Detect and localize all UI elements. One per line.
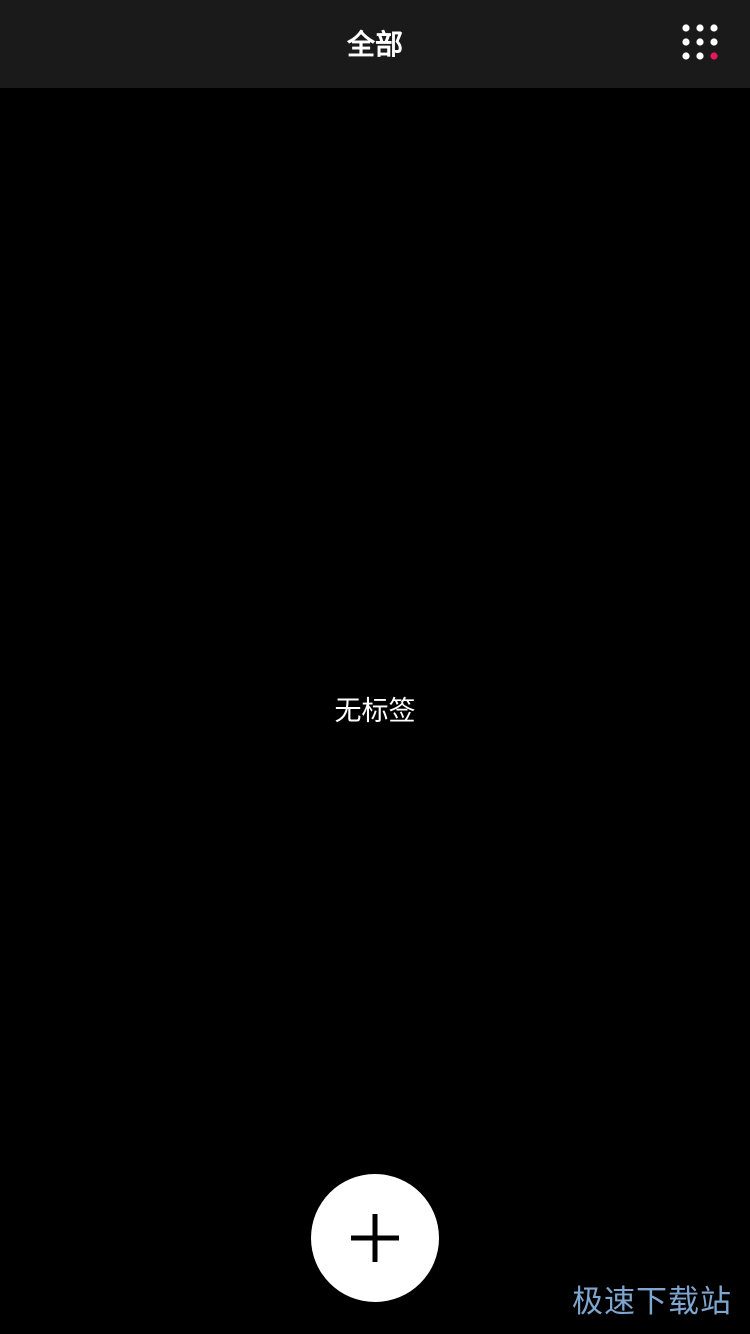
tag-list-area: 无标签	[0, 88, 750, 1334]
page-title: 全部	[346, 28, 403, 61]
plus-icon	[351, 1214, 399, 1262]
add-tag-button[interactable]	[311, 1174, 439, 1302]
watermark: 极速下载站	[572, 1284, 732, 1320]
top-bar: 全部	[0, 0, 750, 88]
empty-state-text: 无标签	[334, 696, 416, 727]
grid-dots-icon	[682, 24, 718, 60]
grid-menu-button[interactable]	[674, 18, 726, 70]
notification-dot	[710, 52, 718, 60]
